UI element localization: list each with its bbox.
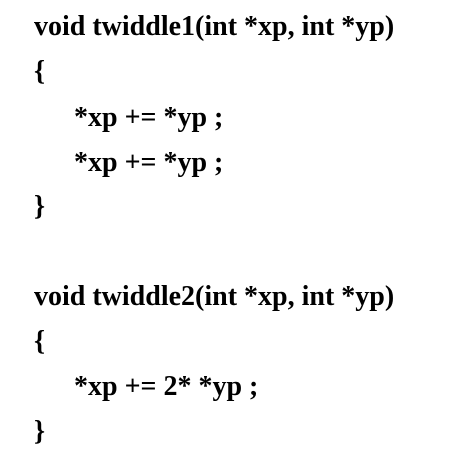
code-listing: void twiddle1(int *xp, int *yp) { *xp +=… <box>0 0 457 461</box>
close-brace-twiddle2: } <box>34 416 46 447</box>
close-brace-twiddle1: } <box>34 191 46 222</box>
statement-twiddle1-line1: *xp += *yp ; <box>74 102 224 133</box>
function-signature-twiddle1: void twiddle1(int *xp, int *yp) <box>34 11 395 42</box>
statement-twiddle2-line1: *xp += 2* *yp ; <box>74 371 259 402</box>
open-brace-twiddle1: { <box>34 56 46 87</box>
open-brace-twiddle2: { <box>34 326 46 357</box>
statement-twiddle1-line2: *xp += *yp ; <box>74 147 224 178</box>
function-signature-twiddle2: void twiddle2(int *xp, int *yp) <box>34 281 395 312</box>
